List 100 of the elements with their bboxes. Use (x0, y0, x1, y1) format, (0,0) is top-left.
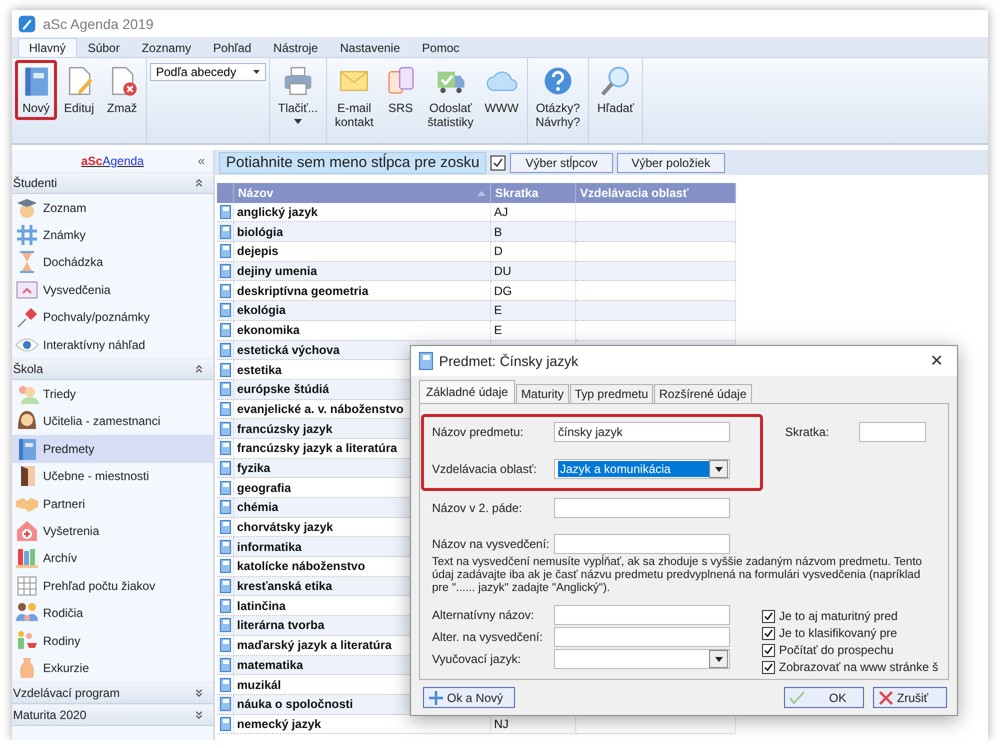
text-field[interactable] (554, 605, 730, 625)
section-title: Študenti (13, 176, 58, 190)
books-icon (15, 546, 39, 570)
collapse-button[interactable]: « (198, 153, 205, 168)
dropdown-caret-icon (294, 119, 302, 124)
book-icon (220, 697, 230, 712)
printer-icon (282, 65, 314, 97)
dropdown-caret-icon (714, 656, 722, 662)
menu-tab[interactable]: Hlavný (18, 38, 77, 57)
dialog-tab[interactable]: Základné údaje (419, 380, 516, 403)
text-field[interactable] (554, 627, 730, 647)
section-header[interactable]: Škola (12, 358, 213, 380)
ribbon-button[interactable]: Odoslať štatistiky (422, 60, 479, 134)
checkbox-label[interactable]: Je to klasifikovaný pre (779, 626, 898, 640)
menu-tab[interactable]: Nástroje (262, 38, 329, 57)
sidebar-item[interactable]: Predmety (12, 435, 213, 463)
ribbon-button[interactable]: WWW (480, 60, 524, 120)
check-icon (789, 690, 805, 706)
grid-icon (15, 574, 39, 598)
toolbar-button[interactable]: Výber stĺpcov (510, 152, 612, 172)
section-title: Vzdelávací program (13, 686, 120, 700)
checkbox-label[interactable]: Počítať do prospechu (779, 643, 894, 657)
table-cell: E (491, 301, 576, 321)
ribbon-button[interactable]: E-mail kontakt (330, 60, 379, 134)
plus-icon (428, 690, 444, 706)
text-field[interactable]: čínsky jazyk (554, 422, 730, 442)
close-button[interactable]: ✕ (924, 351, 949, 371)
section-header[interactable]: Študenti (12, 172, 213, 194)
dialog-tab[interactable]: Typ predmetu (570, 384, 654, 403)
dialog-tab[interactable]: Maturity (516, 384, 569, 403)
menu-tab[interactable]: Zoznamy (130, 38, 202, 57)
sidebar-item[interactable]: Rodičia (12, 599, 213, 627)
checkbox[interactable] (762, 610, 775, 622)
ribbon-button[interactable]: SRS (380, 60, 422, 120)
sidebar-item[interactable]: Triedy (12, 380, 213, 408)
dialog-tab[interactable]: Rozšírené údaje (654, 384, 752, 403)
book-icon (220, 598, 230, 613)
book-icon (220, 264, 230, 278)
sort-arrow-icon (477, 190, 486, 196)
sidebar-item[interactable]: Partneri (12, 490, 213, 518)
ribbon-button[interactable]: Otázky? Návrhy? (530, 60, 586, 134)
text-field[interactable] (554, 498, 730, 518)
ribbon-button[interactable]: Nový (15, 60, 57, 120)
book-icon (220, 342, 230, 357)
dialog-button[interactable]: Ok a Nový (423, 687, 515, 708)
ribbon-button[interactable]: Hľadať (592, 60, 639, 120)
sidebar-item[interactable]: Prehľad počtu žiakov (12, 572, 213, 600)
app-logo-icon (18, 14, 36, 32)
checkbox-label[interactable]: Je to aj maturitný pred (779, 609, 898, 623)
dropdown-field[interactable] (554, 649, 730, 669)
sidebar-item[interactable]: Dochádzka (12, 248, 213, 276)
checkbox-icon[interactable] (490, 154, 506, 170)
sidebar-item[interactable]: Exkurzie (12, 654, 213, 682)
sidebar-item[interactable]: Učitelia - zamestnanci (12, 408, 213, 436)
book-icon (220, 362, 230, 377)
sidebar-item[interactable]: Zoznam (12, 194, 213, 222)
window-title: aSc Agenda 2019 (43, 16, 154, 32)
section-header[interactable]: Maturita 2020 (12, 704, 213, 726)
brand-link[interactable]: aScAgenda (81, 154, 144, 168)
text-field[interactable] (554, 534, 730, 554)
ribbon-button[interactable]: Edituj (58, 60, 100, 120)
book-icon (220, 284, 230, 298)
section-header[interactable]: Vzdelávací program (12, 682, 213, 704)
book-icon (220, 540, 230, 554)
menu-tab[interactable]: Nastavenie (328, 38, 412, 57)
table-cell: dejiny umenia (234, 262, 491, 282)
text-field[interactable] (859, 422, 926, 442)
sidebar-item[interactable]: Interaktívny náhľad (12, 330, 213, 358)
group-by-area[interactable]: Potiahnite sem meno stĺpca pre zosku (219, 152, 486, 174)
dialog-button[interactable]: OK (784, 687, 864, 708)
book-icon (220, 480, 230, 495)
checkbox[interactable] (762, 660, 775, 674)
pushpin-icon (15, 305, 39, 330)
checkbox-label[interactable]: Zobrazovať na www stránke š (779, 660, 938, 674)
book-icon (220, 658, 230, 672)
checkbox[interactable] (762, 626, 775, 640)
dropdown-caret-icon (714, 466, 722, 472)
sidebar-item[interactable]: Pochvaly/poznámky (12, 304, 213, 331)
ribbon-button[interactable]: Tlačiť... (273, 60, 323, 129)
book-icon (220, 402, 230, 416)
menu-tab[interactable]: Pohľad (202, 38, 262, 57)
dropdown-field[interactable]: Jazyk a komunikácia (554, 459, 730, 479)
sidebar-item[interactable]: Archív (12, 544, 213, 572)
sidebar-item[interactable]: Vysvedčenia (12, 276, 213, 304)
sidebar-item[interactable]: Učebne - miestnosti (12, 462, 213, 490)
dialog-button[interactable]: Zrušiť (873, 687, 947, 708)
sort-dropdown[interactable]: Podľa abecedy (150, 63, 266, 81)
toolbar-button[interactable]: Výber položiek (616, 152, 726, 172)
book-icon (220, 460, 230, 475)
header-corner (217, 183, 234, 203)
book-icon (220, 579, 230, 594)
ribbon-button[interactable]: Zmaž (101, 60, 143, 120)
sidebar-item[interactable]: Rodiny (12, 626, 213, 654)
sidebar-item[interactable]: Vyšetrenia (12, 517, 213, 545)
collapse-chevron-icon (195, 178, 203, 188)
checkbox[interactable] (762, 644, 775, 656)
sidebar-item[interactable]: Známky (12, 221, 213, 249)
menu-tab[interactable]: Pomoc (411, 38, 470, 57)
book-icon (220, 323, 230, 338)
menu-tab[interactable]: Súbor (76, 38, 131, 57)
